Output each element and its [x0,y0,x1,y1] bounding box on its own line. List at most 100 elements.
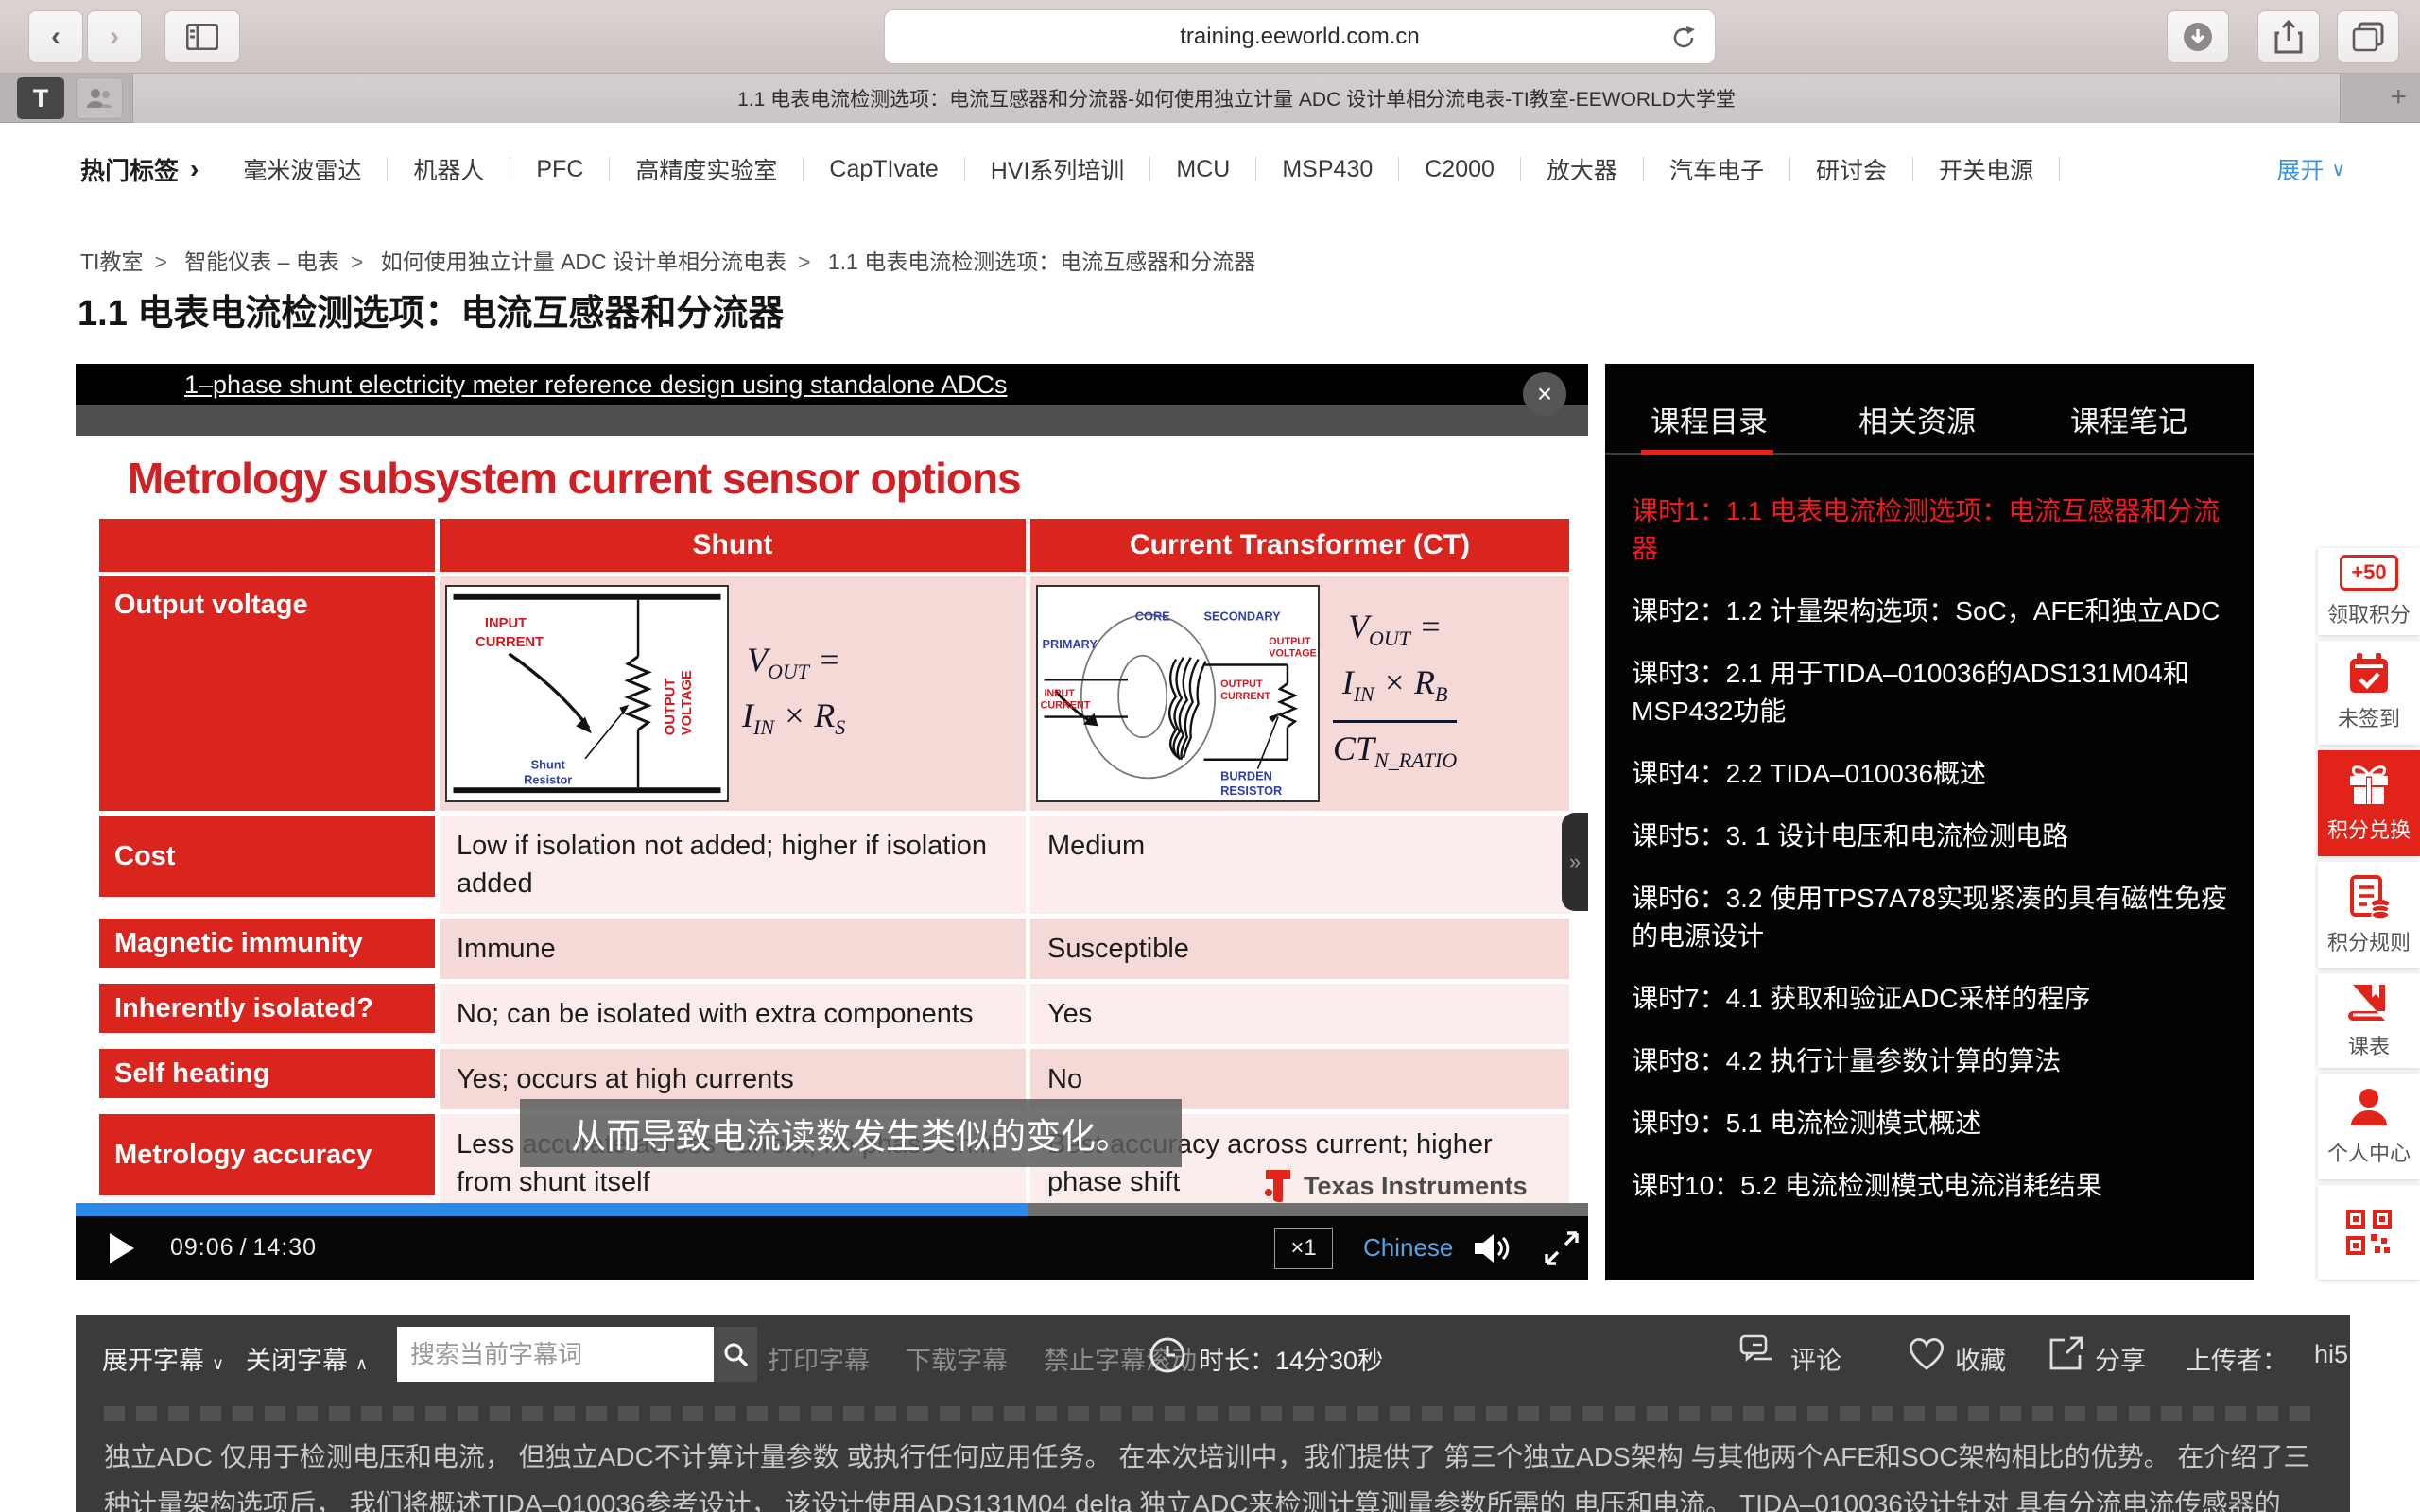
subtitle-search-input[interactable] [397,1327,714,1382]
table-header-ct: Current Transformer (CT) [1030,519,1569,572]
comment-icon[interactable] [1739,1334,1783,1372]
pinned-tab-ti[interactable]: T [17,77,64,119]
nav-tag[interactable]: CapTIvate [804,156,963,183]
ti-bug-icon [1262,1168,1294,1203]
ct-circuit-diagram: PRIMARY CORE SECONDARY INPUT CURRENT OUT… [1036,585,1320,802]
lesson-item[interactable]: 课时4：2.2 TIDA–010036概述 [1632,755,2233,793]
nav-tag[interactable]: 毫米波雷达 [217,152,387,186]
lesson-item[interactable]: 课时8：4.2 执行计量参数计算的算法 [1632,1042,2233,1080]
time-display: 09:06/14:30 [170,1234,317,1262]
sidebar-toggle-button[interactable] [164,10,240,63]
tabs-overview-button[interactable] [2337,10,2399,63]
slide-title: Metrology subsystem current sensor optio… [128,453,1021,504]
sidebar-icon [186,24,218,50]
label-output-voltage-1: OUTPUT [1269,636,1311,647]
nav-tag[interactable]: C2000 [1399,156,1520,183]
book-icon [2347,981,2391,1022]
lesson-item[interactable]: 课时6：3.2 使用TPS7A78实现紧凑的具有磁性免疫的电源设计 [1632,880,2233,955]
course-panel: 课程目录 相关资源 课程笔记 课时1：1.1 电表电流检测选项：电流互感器和分流… [1605,364,2254,1280]
uploader-name[interactable]: hi5 [2314,1340,2348,1369]
reload-icon[interactable] [1669,24,1698,52]
nav-tag[interactable]: PFC [510,156,609,183]
favorite-button[interactable]: 收藏 [1955,1340,2006,1377]
share-arrow-icon[interactable] [2046,1334,2085,1372]
breadcrumb-separator: > [143,249,178,274]
volume-icon[interactable] [1471,1229,1512,1267]
reference-design-link[interactable]: 1–phase shunt electricity meter referenc… [184,370,1008,400]
slide-top-bar: 1–phase shunt electricity meter referenc… [76,364,1588,405]
active-tab[interactable]: 1.1 电表电流检测选项：电流互感器和分流器-如何使用独立计量 ADC 设计单相… [132,74,2341,123]
label-burden-2: RESISTOR [1220,783,1282,798]
claim-points-button[interactable]: +50 领取积分 [2318,548,2420,635]
lesson-item[interactable]: 课时7：4.1 获取和验证ADC采样的程序 [1632,980,2233,1018]
lesson-item[interactable]: 课时9：5.1 电流检测模式概述 [1632,1105,2233,1143]
lesson-item[interactable]: 课时5：3. 1 设计电压和电流检测电路 [1632,817,2233,855]
pinned-tab-forum[interactable] [76,77,123,119]
time-separator: / [234,1234,253,1261]
profile-button[interactable]: 个人中心 [2318,1074,2420,1179]
nav-tag[interactable]: HVI系列培训 [965,152,1150,186]
panel-collapse-handle[interactable]: » [1562,813,1588,911]
share-button[interactable]: 分享 [2095,1340,2146,1377]
subtitle-language-button[interactable]: Chinese [1363,1233,1453,1263]
play-button[interactable] [110,1233,134,1263]
back-icon: ‹ [51,21,60,53]
breadcrumb-link[interactable]: 智能仪表 – 电表 [184,249,339,274]
nav-tag[interactable]: 开关电源 [1913,152,2059,186]
tab-course-notes[interactable]: 课程笔记 [2070,398,2187,440]
nav-tag[interactable]: 机器人 [388,152,510,186]
expand-label: 展开 [2276,152,2324,186]
divider [2059,157,2060,181]
nav-tag[interactable]: MSP430 [1256,156,1398,183]
points-redeem-button[interactable]: 积分兑换 [2318,750,2420,856]
table-cell: Low if isolation not added; higher if is… [440,816,1026,914]
nav-tag[interactable]: 放大器 [1521,152,1643,186]
nav-tag[interactable]: 汽车电子 [1644,152,1789,186]
breadcrumb-link[interactable]: TI教室 [80,249,143,274]
print-subtitles-button[interactable]: 打印字幕 [768,1340,870,1377]
row-label: Output voltage [99,576,435,811]
check-in-button[interactable]: 未签到 [2318,641,2420,745]
heart-icon[interactable] [1906,1334,1947,1372]
label-resistor: Resistor [524,772,572,786]
breadcrumb-current: 1.1 电表电流检测选项：电流互感器和分流器 [828,249,1255,274]
fullscreen-icon[interactable] [1543,1229,1581,1267]
search-icon [722,1341,749,1367]
expand-tags-button[interactable]: 展开∨ [2276,152,2345,186]
downloads-button[interactable] [2167,10,2229,63]
video-progress-bar[interactable] [76,1203,1588,1216]
page-title: 1.1 电表电流检测选项：电流互感器和分流器 [78,284,784,335]
close-icon[interactable]: × [1523,372,1566,416]
video-player[interactable]: 1–phase shunt electricity meter referenc… [76,364,1588,1280]
new-tab-button[interactable]: + [2390,81,2407,113]
points-rail: +50 领取积分 未签到 积分兑换 积分规则 课表 个人中心 [2318,548,2420,1280]
lesson-item[interactable]: 课时1：1.1 电表电流检测选项：电流互感器和分流器 [1632,492,2233,568]
qr-code-button[interactable] [2318,1185,2420,1280]
points-rules-button[interactable]: 积分规则 [2318,862,2420,968]
lesson-item[interactable]: 课时10：5.2 电流检测模式电流消耗结果 [1632,1167,2233,1205]
close-subtitles-button[interactable]: 关闭字幕∧ [246,1340,368,1377]
tab-course-catalog[interactable]: 课程目录 [1651,398,1768,440]
breadcrumb-link[interactable]: 如何使用独立计量 ADC 设计单相分流电表 [381,249,786,274]
download-subtitles-button[interactable]: 下载字幕 [906,1340,1008,1377]
subtitle-search-button[interactable] [714,1327,757,1382]
share-button[interactable] [2257,10,2320,63]
nav-tag[interactable]: MCU [1150,156,1255,183]
tab-related-resources[interactable]: 相关资源 [1858,398,1976,440]
hot-tags-nav: 热门标签 › 毫米波雷达 机器人 PFC 高精度实验室 CapTIvate HV… [80,142,2345,197]
schedule-button[interactable]: 课表 [2318,973,2420,1068]
playback-speed-button[interactable]: ×1 [1274,1228,1333,1269]
nav-tag[interactable]: 研讨会 [1790,152,1912,186]
current-time: 09:06 [170,1234,234,1261]
hot-tags-label[interactable]: 热门标签 [80,152,179,187]
nav-tag[interactable]: 高精度实验室 [610,152,803,186]
lesson-item[interactable]: 课时2：1.2 计量架构选项：SoC，AFE和独立ADC [1632,593,2233,630]
clock-icon [1149,1336,1186,1374]
progress-played [76,1203,1028,1216]
address-bar[interactable]: training.eeworld.com.cn [884,9,1716,64]
back-button[interactable]: ‹ [28,10,83,63]
lesson-item[interactable]: 课时3：2.1 用于TIDA–010036的ADS131M04和MSP432功能 [1632,655,2233,730]
comment-button[interactable]: 评论 [1790,1340,1841,1377]
forward-button[interactable]: › [87,10,142,63]
expand-subtitles-button[interactable]: 展开字幕∨ [102,1340,224,1377]
